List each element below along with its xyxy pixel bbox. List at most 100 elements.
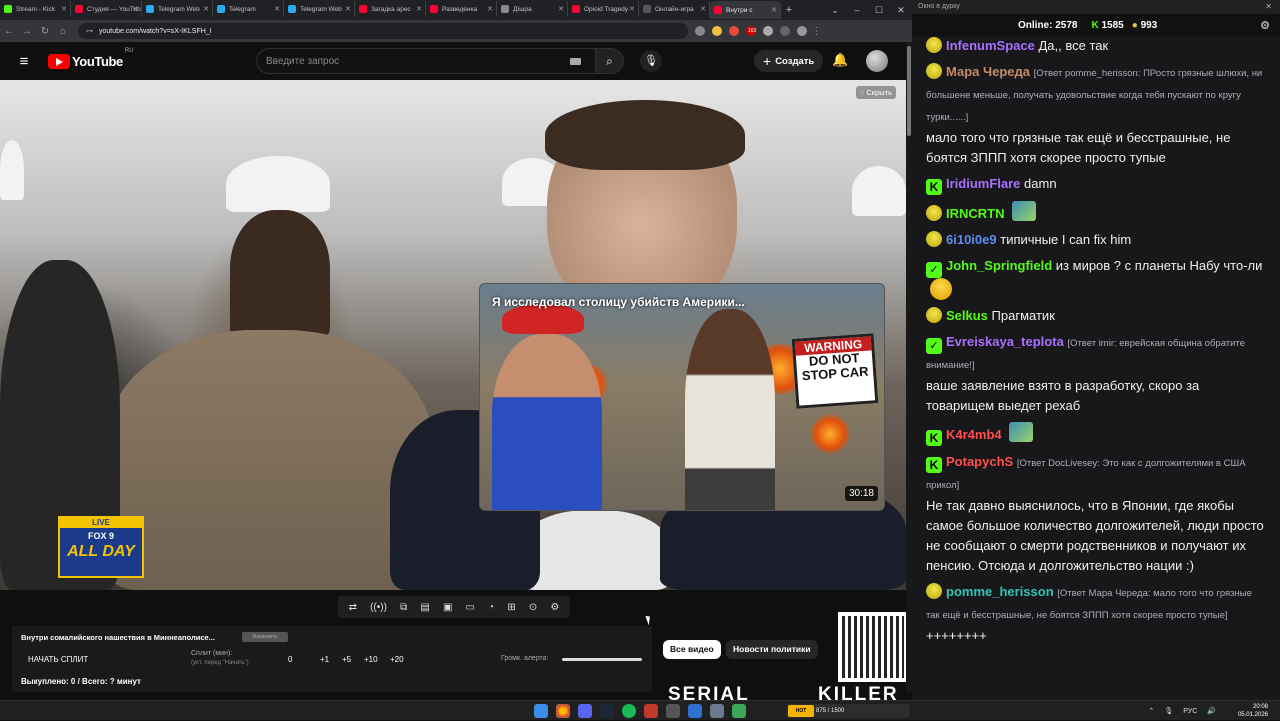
menu-icon[interactable]: ⋮ [807,26,825,37]
browser-tab[interactable]: Telegram Web ✕ [284,1,355,17]
increment-button[interactable]: +5 [342,655,351,664]
voice-search-button[interactable]: 🎙 [640,50,662,72]
tab-close-icon[interactable]: ✕ [700,5,706,13]
tab-search-icon[interactable]: ⌄ [824,5,846,16]
chat-username[interactable]: 6i10i0e9 [946,232,997,247]
alert-volume-slider[interactable] [562,658,642,661]
browser-tab[interactable]: Загадка арес ✕ [355,1,426,17]
tab-close-icon[interactable]: ✕ [487,5,493,13]
steam-icon[interactable] [600,704,614,718]
app-icon[interactable] [710,704,724,718]
tab-close-icon[interactable]: ✕ [416,5,422,13]
search-button[interactable]: ⌕ [596,48,624,74]
profile-icon[interactable] [797,26,808,36]
browser-tab[interactable]: Дїшра ✕ [497,1,568,17]
clip-icon[interactable]: ▤ [420,602,429,613]
increment-button[interactable]: +20 [390,655,404,664]
tab-close-icon[interactable]: ✕ [558,5,564,13]
chat-username[interactable]: K4r4mb4 [946,427,1002,442]
minimize-button[interactable]: – [846,5,868,15]
tray-chevron-icon[interactable]: ⌃ [1148,707,1154,715]
browser-tab[interactable]: Stream - Kick ✕ [0,1,71,17]
suggestion-card[interactable]: WARNING DO NOT STOP CAR Я исследовал сто… [479,283,885,511]
tab-close-icon[interactable]: ✕ [629,5,635,13]
screen-icon[interactable]: ▣ [443,602,452,613]
screenshot-icon[interactable]: ⊙ [529,602,537,613]
forward-icon[interactable]: → [18,26,36,37]
maximize-button[interactable]: ☐ [868,5,890,16]
extensions-icon[interactable] [763,26,774,36]
home-icon[interactable]: ⌂ [54,26,72,37]
edit-button[interactable]: Изменить [242,632,288,642]
speed-icon[interactable]: ◔ [488,602,494,613]
loop-icon[interactable]: ⇄ [349,602,357,613]
tab-close-icon[interactable]: ✕ [132,5,138,13]
increment-button[interactable]: +10 [364,655,378,664]
chat-username[interactable]: Мара Череда [946,64,1030,79]
new-tab-button[interactable]: + [781,4,797,16]
browser-tab[interactable]: Студия — YouTube ✕ [71,1,142,17]
back-icon[interactable]: ← [0,26,18,37]
hide-button[interactable]: ◌ Скрыть [855,86,896,99]
add-icon[interactable]: ⊞ [507,602,515,613]
browser-tab[interactable]: Telegram ✕ [213,1,284,17]
extension-icon[interactable] [729,26,739,36]
split-minutes-value[interactable]: 0 [288,655,292,664]
close-window-button[interactable]: ✕ [890,5,912,16]
browser-tab[interactable]: Онлайн-игра ✕ [639,1,710,17]
notifications-bell-icon[interactable]: 🔔 [832,52,848,68]
browser-tab[interactable]: Opioid Tragedy ✕ [568,1,639,17]
scrollbar-thumb[interactable] [907,46,911,136]
create-button[interactable]: + Создать [754,50,824,72]
settings-gear-icon[interactable]: ⚙ [550,602,559,613]
keyboard-icon[interactable] [570,58,581,65]
chat-username[interactable]: IridiumFlare [946,176,1020,191]
close-icon[interactable]: ✕ [1265,0,1272,14]
taskbar-widget[interactable]: HOT 875 / 1500 [786,704,910,718]
start-split-button[interactable]: НАЧАТЬ СПЛИТ [28,655,88,664]
language-indicator[interactable]: РУС [1183,708,1197,715]
chat-username[interactable]: PotapychS [946,454,1013,469]
pip-icon[interactable]: ⧉ [400,602,407,613]
browser-tab[interactable]: Разведенка ✕ [426,1,497,17]
tab-close-icon[interactable]: ✕ [345,5,351,13]
extension-icon[interactable] [695,26,705,36]
site-info-icon[interactable]: ⊶ [86,27,93,35]
app-icon[interactable] [666,704,680,718]
chat-username[interactable]: InfenumSpace [946,38,1035,53]
chip-politics-news[interactable]: Новости политики [726,640,818,659]
app-icon[interactable] [732,704,746,718]
theater-icon[interactable]: ▭ [466,602,475,613]
extension-icon[interactable] [712,26,722,36]
obs-icon[interactable] [644,704,658,718]
browser-tab[interactable]: Внутри с ✕ [710,1,781,19]
chat-username[interactable]: Selkus [946,308,988,323]
chat-username[interactable]: IRNCRTN [946,206,1005,221]
search-input[interactable]: Введите запрос [256,48,596,74]
browser-tab[interactable]: Telegram Web ✕ [142,1,213,17]
tab-close-icon[interactable]: ✕ [771,6,777,14]
reload-icon[interactable]: ↻ [36,26,54,37]
app-icon[interactable] [688,704,702,718]
chat-username[interactable]: John_Springfield [946,258,1052,273]
youtube-logo[interactable]: YouTube RU [48,48,134,69]
settings-gear-icon[interactable]: ⚙ [1260,19,1270,32]
tab-close-icon[interactable]: ✕ [203,5,209,13]
increment-button[interactable]: +1 [320,655,329,664]
start-icon[interactable] [534,704,548,718]
discord-icon[interactable] [578,704,592,718]
mic-icon[interactable]: 🎙 [1164,707,1173,715]
chip-all-videos[interactable]: Все видео [663,640,721,659]
tab-close-icon[interactable]: ✕ [274,5,280,13]
downloads-icon[interactable] [780,26,791,36]
broadcast-icon[interactable]: ((•)) [370,602,387,613]
chat-username[interactable]: pomme_herisson [946,584,1054,599]
chat-username[interactable]: Evreiskaya_teplota [946,334,1064,349]
spotify-icon[interactable] [622,704,636,718]
url-field[interactable]: ⊶ youtube.com/watch?v=sX-IKLSFH_I [78,23,688,39]
clock[interactable]: 20:08 05.01.2026 [1238,703,1268,719]
avatar[interactable] [866,50,888,72]
card-title[interactable]: Я исследовал столицу убийств Америки... [492,295,745,309]
hamburger-menu-icon[interactable]: ≡ [0,53,48,70]
tab-close-icon[interactable]: ✕ [61,5,67,13]
